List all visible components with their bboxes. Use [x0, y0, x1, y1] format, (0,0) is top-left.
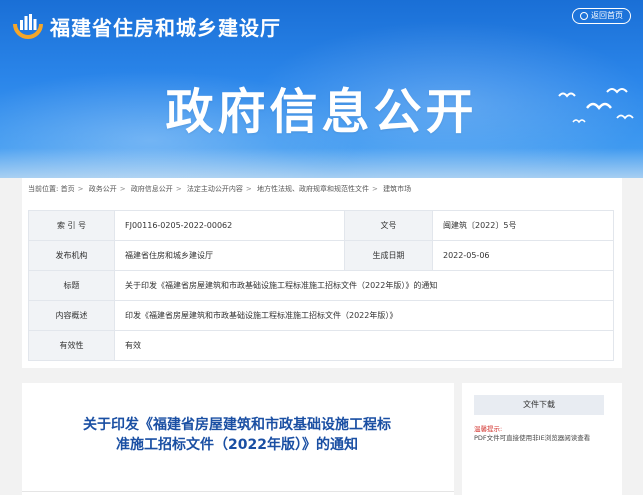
table-row: 标题 关于印发《福建省房屋建筑和市政基础设施工程标准施工招标文件（2022年版）…: [28, 270, 614, 301]
emblem-logo-icon[interactable]: [12, 10, 44, 42]
validity-label: 有效性: [28, 330, 115, 361]
validity-value: 有效: [114, 330, 614, 361]
article-title: 关于印发《福建省房屋建筑和市政基础设施工程标准施工招标文件（2022年版）》的通…: [83, 417, 391, 453]
header-banner: 福建省住房和城乡建设厅 返回首页 政府信息公开: [0, 0, 643, 178]
site-title[interactable]: 福建省住房和城乡建设厅: [50, 12, 281, 41]
breadcrumb-item-statutory[interactable]: 法定主动公开内容: [187, 185, 243, 193]
birds-decoration-icon: [558, 88, 634, 124]
banner-fade: [0, 148, 643, 178]
table-row: 索 引 号 FJ00116-0205-2022-00062 文号 闽建筑〔202…: [28, 210, 614, 241]
home-icon: [580, 12, 588, 20]
index-value: FJ00116-0205-2022-00062: [114, 210, 345, 241]
table-row: 发布机构 福建省住房和城乡建设厅 生成日期 2022-05-06: [28, 240, 614, 271]
breadcrumb-item-info[interactable]: 政府信息公开: [131, 185, 173, 193]
banner-title: 政府信息公开: [165, 84, 478, 140]
breadcrumb-item-home[interactable]: 首页: [61, 185, 75, 193]
index-label: 索 引 号: [28, 210, 115, 241]
tip-text: PDF文件可直接使用非IE浏览器阅读查看: [474, 434, 591, 442]
docno-value: 闽建筑〔2022〕5号: [432, 210, 614, 241]
publisher-value: 福建省住房和城乡建设厅: [114, 240, 345, 271]
breadcrumb: 当前位置: 首页 > 政务公开 > 政府信息公开 > 法定主动公开内容 > 地方性法规、…: [28, 185, 412, 193]
table-row: 有效性 有效: [28, 330, 614, 361]
title-value: 关于印发《福建省房屋建筑和市政基础设施工程标准施工招标文件（2022年版）》的通…: [114, 270, 614, 301]
file-download-header: 文件下载: [474, 395, 604, 415]
divider: [22, 491, 454, 492]
publisher-label: 发布机构: [28, 240, 115, 271]
metadata-table: 索 引 号 FJ00116-0205-2022-00062 文号 闽建筑〔202…: [28, 210, 614, 361]
tip-label: 温馨提示:: [474, 425, 503, 433]
summary-value: 印发《福建省房屋建筑和市政基础设施工程标准施工招标文件（2022年版）》: [114, 300, 614, 331]
date-label: 生成日期: [344, 240, 433, 271]
breadcrumb-prefix: 当前位置:: [28, 185, 59, 193]
breadcrumb-item-affairs[interactable]: 政务公开: [89, 185, 117, 193]
date-value: 2022-05-06: [432, 240, 614, 271]
home-button-label: 返回首页: [591, 11, 623, 20]
docno-label: 文号: [344, 210, 433, 241]
download-sidebar: 文件下载 温馨提示: PDF文件可直接使用非IE浏览器阅读查看: [462, 383, 622, 495]
summary-label: 内容概述: [28, 300, 115, 331]
info-card: 当前位置: 首页 > 政务公开 > 政府信息公开 > 法定主动公开内容 > 地方性法规、…: [22, 178, 622, 368]
article-panel: 关于印发《福建省房屋建筑和市政基础设施工程标准施工招标文件（2022年版）》的通…: [22, 383, 454, 495]
table-row: 内容概述 印发《福建省房屋建筑和市政基础设施工程标准施工招标文件（2022年版）…: [28, 300, 614, 331]
breadcrumb-item-regulations[interactable]: 地方性法规、政府规章和规范性文件: [257, 185, 369, 193]
title-label: 标题: [28, 270, 115, 301]
breadcrumb-item-market[interactable]: 建筑市场: [383, 185, 411, 193]
home-button[interactable]: 返回首页: [572, 8, 631, 24]
